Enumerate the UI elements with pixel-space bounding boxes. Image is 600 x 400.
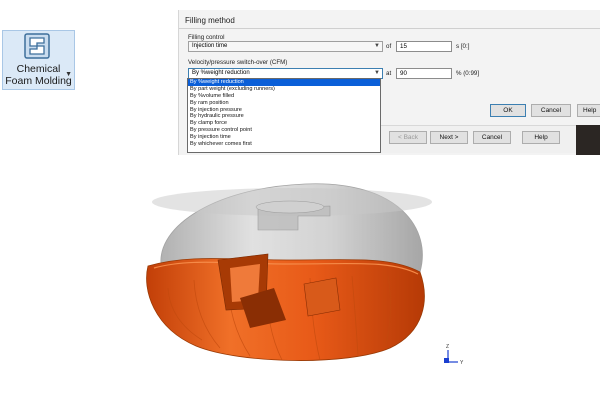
model-viewport[interactable]: Z Y — [90, 160, 600, 400]
axis-triad: Z Y — [444, 344, 464, 366]
dialog-title: Filling method — [185, 16, 235, 25]
switchover-option[interactable]: By %volume filled — [188, 93, 380, 100]
filling-amount-input[interactable]: 15 — [396, 41, 452, 52]
switchover-option[interactable]: By hydraulic pressure — [188, 113, 380, 120]
filling-unit-label: s [0:] — [456, 43, 470, 50]
filling-control-select[interactable]: Injection time ▼ — [188, 41, 383, 52]
wizard-cancel-button[interactable]: Cancel — [473, 131, 511, 144]
next-button[interactable]: Next > — [430, 131, 468, 144]
filling-control-label: Filling control — [188, 34, 225, 41]
cancel-button[interactable]: Cancel — [531, 104, 571, 117]
at-label: at — [386, 70, 392, 77]
switchover-option[interactable]: By whichever comes first — [188, 141, 380, 148]
switchover-option[interactable]: By part weight (excluding runners) — [188, 86, 380, 93]
chevron-down-icon: ▼ — [374, 70, 380, 76]
switchover-option[interactable]: By %weight reduction — [188, 79, 380, 86]
chevron-down-icon: ▼ — [65, 71, 72, 78]
switchover-unit-label: % (0:99] — [456, 70, 480, 77]
switchover-option[interactable]: By injection pressure — [188, 107, 380, 114]
background-window-edge — [576, 125, 600, 155]
back-button[interactable]: < Back — [389, 131, 427, 144]
of-label: of — [386, 43, 392, 50]
mold-icon — [24, 33, 50, 59]
switchover-option[interactable]: By clamp force — [188, 120, 380, 127]
switchover-option[interactable]: By ram position — [188, 100, 380, 107]
switchover-amount-input[interactable]: 90 — [396, 68, 452, 79]
ribbon-label: Chemical Foam Molding — [5, 63, 72, 87]
title-divider — [179, 28, 600, 29]
switchover-option[interactable]: By injection time — [188, 134, 380, 141]
help-button[interactable]: Help — [577, 104, 600, 117]
chemical-foam-molding-button[interactable]: Chemical Foam Molding ▼ — [2, 30, 75, 90]
chevron-down-icon: ▼ — [374, 43, 380, 49]
switchover-option[interactable]: By pressure control point — [188, 127, 380, 134]
switchover-options-list: By %weight reduction By part weight (excl… — [187, 78, 381, 153]
axis-z-label: Z — [446, 344, 449, 350]
wizard-help-button[interactable]: Help — [522, 131, 560, 144]
ok-button[interactable]: OK — [490, 104, 526, 117]
filled-region — [146, 253, 425, 361]
axis-y-label: Y — [460, 360, 464, 366]
switchover-label: Velocity/pressure switch-over (CFM) — [188, 59, 288, 66]
